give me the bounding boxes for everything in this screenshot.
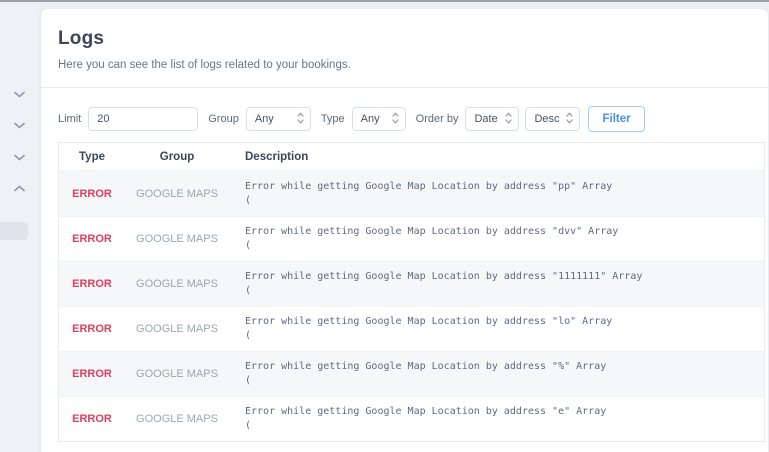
header-type: Type: [59, 151, 125, 163]
log-group: GOOGLE MAPS: [125, 368, 229, 380]
sidebar: [0, 2, 38, 452]
table-row: ERROR GOOGLE MAPS Error while getting Go…: [59, 216, 764, 261]
header-group: Group: [125, 151, 229, 163]
limit-input[interactable]: [88, 107, 198, 131]
top-border: [0, 0, 769, 2]
type-select[interactable]: Any: [352, 107, 406, 131]
order-direction-value: Desc: [534, 113, 559, 125]
log-group: GOOGLE MAPS: [125, 188, 229, 200]
select-stepper-icon: [392, 112, 399, 127]
table-header: Type Group Description: [59, 143, 764, 171]
log-type: ERROR: [59, 323, 125, 335]
sidebar-toggle-4[interactable]: [0, 180, 38, 196]
log-type: ERROR: [59, 413, 125, 425]
log-group: GOOGLE MAPS: [125, 323, 229, 335]
chevron-down-icon: [14, 154, 25, 161]
header-description: Description: [229, 151, 764, 163]
log-type: ERROR: [59, 188, 125, 200]
group-select-value: Any: [255, 113, 274, 125]
order-field-select[interactable]: Date: [465, 107, 519, 131]
log-description: Error while getting Google Map Location …: [229, 180, 764, 208]
log-type: ERROR: [59, 278, 125, 290]
log-description: Error while getting Google Map Location …: [229, 405, 764, 433]
divider: [41, 87, 768, 88]
group-label: Group: [208, 113, 239, 125]
sidebar-toggle-1[interactable]: [0, 86, 38, 102]
page-title: Logs: [58, 28, 768, 50]
order-direction-select[interactable]: Desc: [525, 107, 580, 131]
chevron-down-icon: [14, 91, 25, 98]
order-field-value: Date: [474, 113, 497, 125]
select-stepper-icon: [297, 112, 304, 127]
filter-button[interactable]: Filter: [588, 106, 644, 132]
log-description: Error while getting Google Map Location …: [229, 270, 764, 298]
page-subtitle: Here you can see the list of logs relate…: [58, 59, 768, 71]
log-group: GOOGLE MAPS: [125, 413, 229, 425]
sidebar-toggle-3[interactable]: [0, 149, 38, 165]
log-description: Error while getting Google Map Location …: [229, 225, 764, 253]
type-label: Type: [321, 113, 345, 125]
chevron-down-icon: [14, 122, 25, 129]
order-by-label: Order by: [416, 113, 459, 125]
table-row: ERROR GOOGLE MAPS Error while getting Go…: [59, 351, 764, 396]
table-row: ERROR GOOGLE MAPS Error while getting Go…: [59, 171, 764, 216]
log-type: ERROR: [59, 233, 125, 245]
logs-card: Logs Here you can see the list of logs r…: [40, 8, 769, 452]
log-description: Error while getting Google Map Location …: [229, 315, 764, 343]
table-row: ERROR GOOGLE MAPS Error while getting Go…: [59, 261, 764, 306]
log-type: ERROR: [59, 368, 125, 380]
sidebar-toggle-2[interactable]: [0, 117, 38, 133]
filter-bar: Limit Group Any Type Any Order by Date D…: [58, 106, 768, 132]
select-stepper-icon: [505, 112, 512, 127]
type-select-value: Any: [361, 113, 380, 125]
group-select[interactable]: Any: [246, 107, 311, 131]
screen: Logs Here you can see the list of logs r…: [0, 0, 769, 452]
table-row: ERROR GOOGLE MAPS Error while getting Go…: [59, 306, 764, 351]
select-stepper-icon: [566, 112, 573, 127]
limit-label: Limit: [58, 113, 81, 125]
log-description: Error while getting Google Map Location …: [229, 360, 764, 388]
sidebar-active-item[interactable]: [0, 222, 28, 240]
table-row: ERROR GOOGLE MAPS Error while getting Go…: [59, 396, 764, 441]
log-group: GOOGLE MAPS: [125, 278, 229, 290]
log-group: GOOGLE MAPS: [125, 233, 229, 245]
logs-table: Type Group Description ERROR GOOGLE MAPS…: [58, 142, 765, 442]
chevron-up-icon: [14, 185, 25, 192]
